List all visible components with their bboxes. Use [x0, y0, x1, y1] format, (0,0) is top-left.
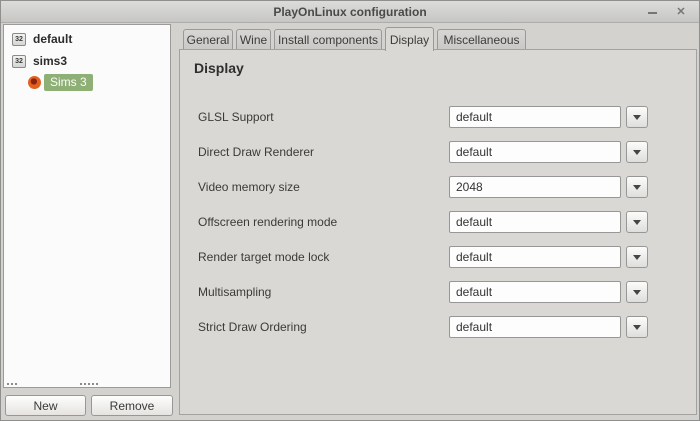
prefix-label: sims3 [33, 54, 67, 68]
selected-shortcut-label: Sims 3 [44, 74, 93, 91]
offscreen-rendering-mode-combobox[interactable]: default [449, 211, 621, 233]
panel-heading: Display [194, 60, 244, 76]
wine-32bit-icon: 32 [12, 33, 26, 46]
tab-label: General [187, 33, 230, 47]
minimize-icon [648, 12, 657, 14]
chevron-down-icon [633, 290, 641, 295]
display-settings-panel: Display GLSL Support default Direct Draw… [179, 49, 697, 415]
sash-grip-dots [7, 383, 9, 385]
window-title: PlayOnLinux configuration [273, 5, 426, 19]
chevron-down-icon [633, 325, 641, 330]
setting-label: Multisampling [198, 281, 271, 303]
prefix-label: default [33, 32, 72, 46]
setting-row-strict-draw-ordering: Strict Draw Ordering default [180, 316, 696, 338]
tab-label: Install components [278, 33, 378, 47]
multisampling-dropdown-button[interactable] [626, 281, 648, 303]
video-memory-size-combobox[interactable]: 2048 [449, 176, 621, 198]
video-memory-size-dropdown-button[interactable] [626, 176, 648, 198]
tab-display[interactable]: Display [385, 27, 434, 51]
setting-label: Strict Draw Ordering [198, 316, 307, 338]
sash-grip-dots [80, 383, 82, 385]
glsl-support-combobox[interactable]: default [449, 106, 621, 128]
chevron-down-icon [633, 220, 641, 225]
direct-draw-renderer-dropdown-button[interactable] [626, 141, 648, 163]
strict-draw-ordering-combobox[interactable]: default [449, 316, 621, 338]
tab-general[interactable]: General [183, 29, 233, 50]
tab-miscellaneous[interactable]: Miscellaneous [437, 29, 526, 50]
remove-button[interactable]: Remove [91, 395, 173, 416]
playonlinux-shortcut-icon [28, 76, 41, 89]
tab-install-components[interactable]: Install components [274, 29, 382, 50]
tab-label: Display [390, 33, 429, 47]
new-button[interactable]: New [5, 395, 86, 416]
chevron-down-icon [633, 185, 641, 190]
setting-row-multisampling: Multisampling default [180, 281, 696, 303]
tab-wine[interactable]: Wine [236, 29, 271, 50]
close-button[interactable]: ✕ [675, 6, 687, 18]
wine-32bit-icon: 32 [12, 55, 26, 68]
window-controls: ✕ [647, 1, 687, 23]
setting-label: Video memory size [198, 176, 300, 198]
offscreen-rendering-mode-dropdown-button[interactable] [626, 211, 648, 233]
direct-draw-renderer-combobox[interactable]: default [449, 141, 621, 163]
prefix-list: 32 default 32 sims3 Sims 3 [3, 24, 171, 388]
titlebar[interactable]: PlayOnLinux configuration ✕ [1, 1, 699, 23]
setting-label: Render target mode lock [198, 246, 329, 268]
setting-row-glsl-support: GLSL Support default [180, 106, 696, 128]
render-target-mode-lock-dropdown-button[interactable] [626, 246, 648, 268]
remove-button-label: Remove [110, 399, 155, 413]
close-icon: ✕ [675, 6, 687, 18]
minimize-button[interactable] [647, 6, 659, 18]
multisampling-combobox[interactable]: default [449, 281, 621, 303]
chevron-down-icon [633, 115, 641, 120]
tab-label: Wine [240, 33, 267, 47]
setting-row-video-memory-size: Video memory size 2048 [180, 176, 696, 198]
chevron-down-icon [633, 150, 641, 155]
setting-label: GLSL Support [198, 106, 274, 128]
setting-row-offscreen-rendering-mode: Offscreen rendering mode default [180, 211, 696, 233]
glsl-support-dropdown-button[interactable] [626, 106, 648, 128]
setting-row-render-target-mode-lock: Render target mode lock default [180, 246, 696, 268]
list-item-sims3[interactable]: 32 sims3 [4, 53, 67, 69]
strict-draw-ordering-dropdown-button[interactable] [626, 316, 648, 338]
new-button-label: New [33, 399, 57, 413]
render-target-mode-lock-combobox[interactable]: default [449, 246, 621, 268]
chevron-down-icon [633, 255, 641, 260]
setting-label: Offscreen rendering mode [198, 211, 337, 233]
playonlinux-configuration-window: PlayOnLinux configuration ✕ 32 default 3… [0, 0, 700, 421]
list-item-default[interactable]: 32 default [4, 31, 72, 47]
setting-row-direct-draw-renderer: Direct Draw Renderer default [180, 141, 696, 163]
list-item-sims3-shortcut[interactable]: Sims 3 [4, 74, 93, 90]
setting-label: Direct Draw Renderer [198, 141, 314, 163]
tab-label: Miscellaneous [443, 33, 519, 47]
